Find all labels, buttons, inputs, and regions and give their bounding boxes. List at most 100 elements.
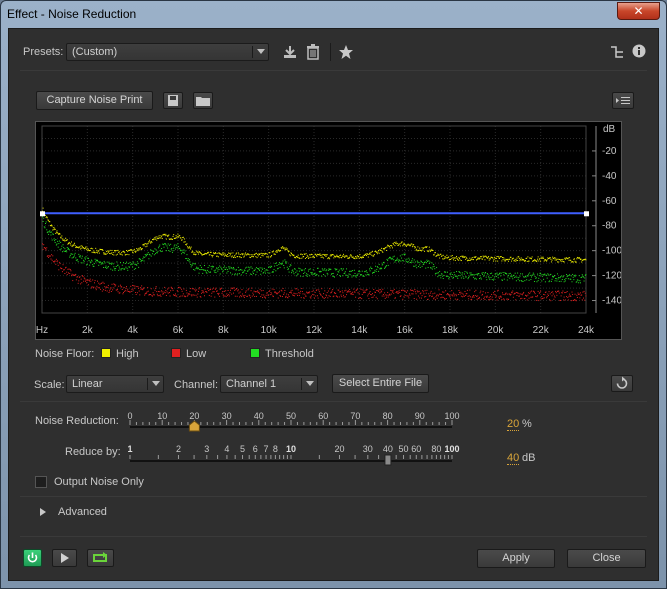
y-tick-label: -100	[602, 246, 621, 257]
x-tick-label: 22k	[533, 325, 550, 336]
open-noise-print-button[interactable]	[193, 92, 213, 109]
noise-reduction-tick-label: 80	[383, 411, 393, 421]
window-close-button[interactable]: ✕	[617, 2, 660, 20]
x-tick-label: 20k	[487, 325, 504, 336]
reset-graph-button[interactable]	[611, 375, 633, 392]
reduce-by-tick-label: 8	[273, 444, 278, 454]
reduce-by-tick-label: 30	[363, 444, 373, 454]
x-tick-label: 4k	[127, 325, 139, 336]
capture-noise-print-button[interactable]: Capture Noise Print	[36, 91, 153, 110]
reduce-by-tick-label: 50	[399, 444, 409, 454]
noise-reduction-slider[interactable]: 0 10 20 30 40 50 60 70 80 90 100	[119, 410, 464, 432]
output-noise-only-checkbox[interactable]	[35, 476, 47, 488]
reduce-by-tick-label: 20	[334, 444, 344, 454]
noise-reduction-tick-label: 20	[189, 411, 199, 421]
divider	[20, 401, 647, 402]
reset-icon	[616, 376, 628, 389]
noise-graph-plot[interactable]: Hz 2k 4k 6k 8k 10k 12k 14k 16k 18k 20k 22k 24k dB -20 -…	[36, 122, 623, 339]
graph-menu-button[interactable]	[612, 92, 634, 109]
noise-profile-graph[interactable]: Hz 2k 4k 6k 8k 10k 12k 14k 16k 18k 20k 22k 24k dB -20 -…	[35, 121, 622, 340]
window-title: Effect - Noise Reduction	[7, 7, 137, 21]
curve-handle-left[interactable]	[40, 211, 45, 217]
noise-reduction-tick-label: 100	[444, 411, 459, 421]
y-tick-label: -20	[602, 146, 617, 157]
divider	[20, 70, 647, 71]
apply-button[interactable]: Apply	[477, 549, 555, 568]
save-preset-icon[interactable]	[282, 44, 298, 60]
y-tick-label: -140	[602, 296, 621, 307]
power-icon	[27, 552, 38, 563]
high-swatch	[101, 348, 111, 358]
y-tick-label: -60	[602, 196, 617, 207]
divider	[20, 496, 647, 497]
reduce-by-tick-label: 100	[444, 444, 459, 454]
reduce-by-tick-label: 2	[176, 444, 181, 454]
preview-play-button[interactable]	[52, 549, 77, 567]
scale-value: Linear	[72, 378, 103, 390]
reduce-by-tick-label: 7	[264, 444, 269, 454]
title-bar[interactable]: Effect - Noise Reduction ✕	[1, 1, 666, 27]
presets-value: (Custom)	[72, 46, 118, 58]
reduce-by-slider[interactable]: 1 2 3 4 5 6 7 8 10 20 30 40 50 60 80 100	[119, 442, 464, 466]
effect-window: Effect - Noise Reduction ✕ Presets: (Cus…	[0, 0, 667, 589]
x-tick-label: 18k	[442, 325, 459, 336]
high-label: High	[116, 348, 139, 360]
floppy-icon	[168, 95, 178, 106]
noise-reduction-tick-label: 90	[415, 411, 425, 421]
reduce-by-tick-label: 60	[411, 444, 421, 454]
save-noise-print-button[interactable]	[163, 92, 183, 109]
reduce-by-tick-label: 1	[127, 444, 132, 454]
y-tick-label: -80	[602, 221, 617, 232]
reduce-by-value[interactable]: 40	[507, 452, 520, 465]
x-tick-label: 10k	[261, 325, 278, 336]
select-entire-file-button[interactable]: Select Entire File	[332, 374, 429, 393]
x-tick-label: Hz	[36, 325, 48, 336]
chevron-down-icon	[257, 49, 265, 54]
folder-icon	[196, 97, 210, 106]
x-tick-label: 12k	[306, 325, 323, 336]
menu-icon	[616, 97, 630, 104]
noise-reduction-value[interactable]: 20	[507, 418, 520, 431]
chevron-down-icon	[306, 381, 314, 386]
expand-triangle-icon[interactable]	[39, 507, 47, 517]
loop-toggle-button[interactable]	[87, 549, 114, 567]
channel-value: Channel 1	[226, 378, 277, 390]
close-button[interactable]: Close	[567, 549, 646, 568]
reduce-by-tick-label: 10	[286, 444, 296, 454]
y-tick-label: -120	[602, 271, 621, 282]
x-tick-label: 6k	[173, 325, 185, 336]
x-tick-label: 24k	[578, 325, 595, 336]
high-noise-curve	[42, 207, 587, 263]
low-swatch	[171, 348, 181, 358]
reduce-by-tick-label: 5	[240, 444, 245, 454]
reduce-by-unit: dB	[522, 452, 536, 464]
presets-dropdown[interactable]: (Custom)	[66, 43, 269, 61]
x-tick-label: 2k	[82, 325, 94, 336]
scale-dropdown[interactable]: Linear	[66, 375, 164, 393]
channel-dropdown[interactable]: Channel 1	[220, 375, 318, 393]
advanced-section-toggle[interactable]: Advanced	[58, 506, 107, 518]
reduce-by-tick-label: 6	[253, 444, 258, 454]
info-icon[interactable]	[632, 44, 646, 58]
noise-reduction-tick-label: 50	[286, 411, 296, 421]
noise-reduction-thumb[interactable]	[188, 420, 200, 432]
y-axis-unit: dB	[603, 124, 616, 135]
loop-icon	[93, 552, 107, 562]
presets-label: Presets:	[23, 46, 64, 58]
noise-floor-label: Noise Floor:	[35, 348, 95, 360]
reduce-by-thumb[interactable]	[384, 454, 392, 466]
reduce-by-tick-label: 80	[431, 444, 441, 454]
noise-reduction-tick-label: 70	[350, 411, 360, 421]
x-tick-label: 16k	[397, 325, 414, 336]
star-icon[interactable]	[338, 44, 354, 60]
routing-icon[interactable]	[610, 45, 624, 59]
reduce-by-tick-label: 4	[224, 444, 229, 454]
reduce-by-label: Reduce by:	[65, 446, 121, 458]
noise-reduction-label: Noise Reduction:	[35, 415, 119, 427]
threshold-swatch	[250, 348, 260, 358]
x-tick-label: 14k	[351, 325, 368, 336]
power-toggle-button[interactable]	[23, 549, 42, 567]
trash-icon[interactable]	[306, 44, 320, 60]
noise-reduction-tick-label: 0	[127, 411, 132, 421]
curve-handle-right[interactable]	[584, 211, 589, 217]
